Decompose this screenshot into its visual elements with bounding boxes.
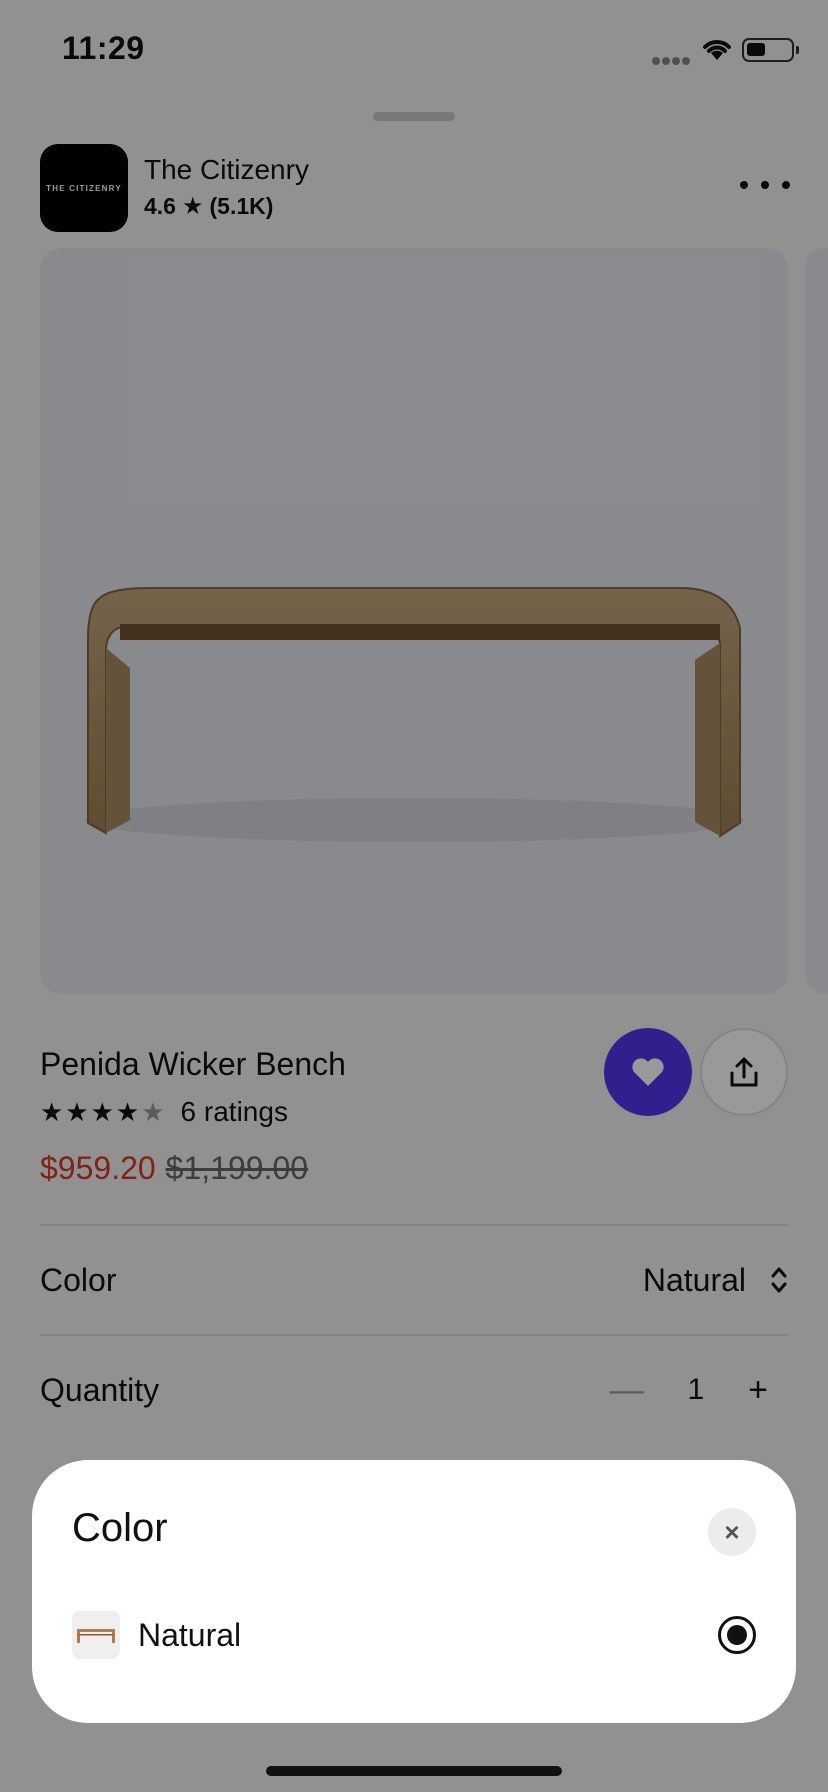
close-icon: × <box>724 1516 740 1547</box>
radio-selected-icon[interactable] <box>718 1616 756 1654</box>
color-option-natural[interactable]: Natural <box>72 1610 756 1660</box>
home-indicator <box>266 1766 562 1776</box>
color-picker-sheet: Color × Natural <box>32 1460 796 1723</box>
sheet-title: Color <box>72 1506 168 1550</box>
close-button[interactable]: × <box>708 1508 756 1556</box>
color-option-label: Natural <box>138 1616 242 1653</box>
color-swatch-thumbnail <box>72 1611 120 1659</box>
